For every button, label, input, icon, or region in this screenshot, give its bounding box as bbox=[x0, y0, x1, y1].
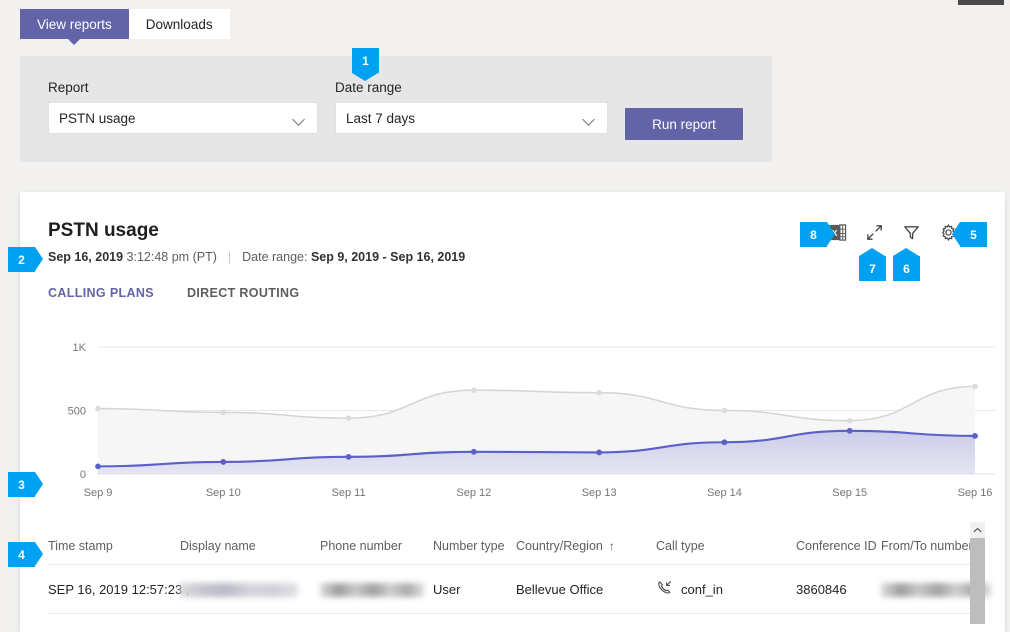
date-range-meta-label: Date range: bbox=[242, 250, 307, 264]
svg-text:0: 0 bbox=[80, 469, 86, 481]
cell-country-region[interactable]: Bellevue Office bbox=[516, 565, 656, 614]
redacted-display-name bbox=[180, 583, 298, 597]
scroll-up-icon[interactable] bbox=[970, 522, 985, 538]
filter-panel: Report PSTN usage Date range Last 7 days… bbox=[20, 56, 772, 162]
report-field: Report PSTN usage bbox=[48, 80, 318, 134]
table-scrollbar[interactable] bbox=[970, 522, 985, 624]
main-tabbar: View reports Downloads bbox=[20, 9, 230, 39]
svg-text:Sep 9: Sep 9 bbox=[84, 487, 113, 499]
col-country-region[interactable]: Country/Region ↑ bbox=[516, 530, 656, 565]
expand-icon[interactable] bbox=[864, 222, 885, 243]
col-number-type[interactable]: Number type bbox=[433, 530, 516, 565]
col-from-to-number-label: From/To number bbox=[881, 539, 973, 553]
col-number-type-label: Number type bbox=[433, 539, 505, 553]
usage-table-element: Time stamp Display name Phone number Num… bbox=[48, 530, 978, 614]
sort-ascending-icon: ↑ bbox=[609, 539, 615, 553]
cell-from-to-number bbox=[881, 565, 978, 614]
report-select[interactable]: PSTN usage bbox=[48, 102, 318, 134]
usage-chart-svg: 0 500 1K Sep 9 Sep 10 Sep 11 Sep 12 Sep 13 Sep 1… bbox=[20, 337, 1005, 512]
col-phone-number[interactable]: Phone number bbox=[320, 530, 433, 565]
window-chrome-sliver bbox=[958, 0, 1004, 5]
svg-text:Sep 16: Sep 16 bbox=[958, 487, 993, 499]
table-row[interactable]: SEP 16, 2019 12:57:23 , User Bellevue Of… bbox=[48, 565, 978, 614]
filter-icon[interactable] bbox=[901, 222, 922, 243]
date-range-select-value: Last 7 days bbox=[346, 111, 584, 126]
redacted-phone-number bbox=[320, 583, 424, 597]
callout-2: 2 bbox=[8, 247, 35, 272]
run-report-button[interactable]: Run report bbox=[625, 108, 743, 140]
chevron-down-icon bbox=[294, 115, 305, 122]
svg-text:1K: 1K bbox=[73, 342, 87, 354]
subtab-calling-plans[interactable]: CALLING PLANS bbox=[48, 286, 154, 306]
svg-text:Sep 10: Sep 10 bbox=[206, 487, 241, 499]
tab-downloads[interactable]: Downloads bbox=[129, 9, 230, 39]
date-range-field: Date range Last 7 days bbox=[335, 80, 608, 134]
usage-table: Time stamp Display name Phone number Num… bbox=[48, 530, 978, 614]
cell-phone-number bbox=[320, 565, 433, 614]
cell-conference-id: 3860846 bbox=[796, 565, 881, 614]
date-range-select[interactable]: Last 7 days bbox=[335, 102, 608, 134]
col-display-name-label: Display name bbox=[180, 539, 256, 553]
col-display-name[interactable]: Display name bbox=[180, 530, 320, 565]
report-field-label: Report bbox=[48, 80, 318, 95]
callout-6: 6 bbox=[893, 256, 920, 281]
scrollbar-thumb[interactable] bbox=[970, 538, 985, 624]
col-country-region-label: Country/Region bbox=[516, 539, 603, 553]
date-range-meta-value: Sep 9, 2019 - Sep 16, 2019 bbox=[311, 250, 465, 264]
col-phone-number-label: Phone number bbox=[320, 539, 402, 553]
svg-text:Sep 14: Sep 14 bbox=[707, 487, 742, 499]
table-header-row: Time stamp Display name Phone number Num… bbox=[48, 530, 978, 565]
chevron-down-icon bbox=[584, 115, 595, 122]
col-call-type-label: Call type bbox=[656, 539, 705, 553]
callout-7: 7 bbox=[859, 256, 886, 281]
subtab-direct-routing[interactable]: DIRECT ROUTING bbox=[187, 286, 300, 306]
date-range-field-label: Date range bbox=[335, 80, 608, 95]
col-call-type[interactable]: Call type bbox=[656, 530, 796, 565]
col-timestamp[interactable]: Time stamp bbox=[48, 530, 180, 565]
generated-time: 3:12:48 pm (PT) bbox=[127, 250, 217, 264]
report-toolbar: X bbox=[827, 222, 959, 243]
callout-3: 3 bbox=[8, 472, 35, 497]
svg-text:Sep 13: Sep 13 bbox=[582, 487, 617, 499]
col-conference-id[interactable]: Conference ID bbox=[796, 530, 881, 565]
meta-separator: | bbox=[228, 250, 231, 264]
cell-display-name bbox=[180, 565, 320, 614]
svg-text:500: 500 bbox=[68, 406, 86, 418]
svg-text:Sep 11: Sep 11 bbox=[332, 487, 366, 499]
callout-5: 5 bbox=[960, 222, 987, 247]
col-timestamp-label: Time stamp bbox=[48, 539, 113, 553]
svg-text:Sep 12: Sep 12 bbox=[456, 487, 491, 499]
col-conference-id-label: Conference ID bbox=[796, 539, 877, 553]
tab-view-reports[interactable]: View reports bbox=[20, 9, 129, 39]
report-subtabs: CALLING PLANS DIRECT ROUTING bbox=[20, 264, 1005, 306]
callout-8: 8 bbox=[800, 222, 827, 247]
callout-4: 4 bbox=[8, 542, 35, 567]
cell-number-type: User bbox=[433, 565, 516, 614]
svg-text:Sep 15: Sep 15 bbox=[832, 487, 867, 499]
cell-call-type: conf_in bbox=[656, 565, 796, 614]
callout-1: 1 bbox=[352, 48, 379, 73]
usage-chart: 0 500 1K Sep 9 Sep 10 Sep 11 Sep 12 Sep 13 Sep 1… bbox=[20, 337, 1005, 512]
cell-timestamp: SEP 16, 2019 12:57:23 , bbox=[48, 565, 180, 614]
col-from-to-number[interactable]: From/To number bbox=[881, 530, 978, 565]
table-body: SEP 16, 2019 12:57:23 , User Bellevue Of… bbox=[48, 565, 978, 614]
report-card: PSTN usage Sep 16, 2019 3:12:48 pm (PT) … bbox=[20, 192, 1005, 632]
table-header: Time stamp Display name Phone number Num… bbox=[48, 530, 978, 565]
generated-date: Sep 16, 2019 bbox=[48, 250, 123, 264]
cell-call-type-label: conf_in bbox=[681, 582, 723, 597]
incoming-call-icon bbox=[656, 579, 673, 599]
report-select-value: PSTN usage bbox=[59, 111, 294, 126]
